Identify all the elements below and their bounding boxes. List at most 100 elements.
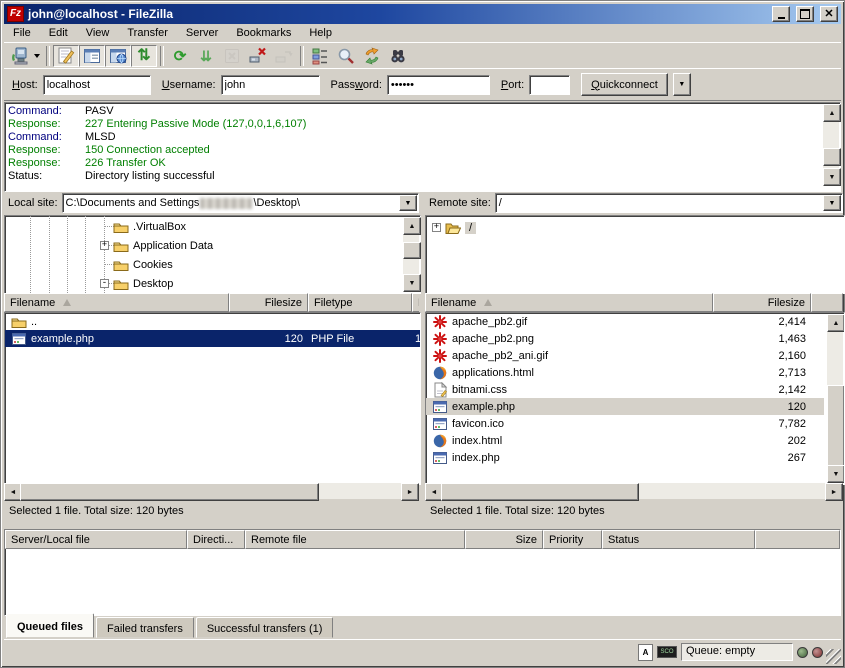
file-row-favicon-ico[interactable]: favicon.ico7,782 [426,415,824,432]
column-header-l[interactable]: L [412,293,419,312]
process-queue-button[interactable]: ⇊ [193,45,219,67]
file-row-apache-pb2-ani-gif[interactable]: apache_pb2_ani.gif2,160 [426,347,824,364]
username-label: Username: [162,79,216,91]
menu-view[interactable]: View [77,25,119,41]
column-header-filesize[interactable]: Filesize [713,293,811,312]
file-row-example-php[interactable]: example.php120 [426,398,824,415]
maximize-button[interactable] [796,6,814,22]
file-cell-name: .. [5,313,230,330]
column-header-filetype[interactable]: Filetype [308,293,412,312]
local-file-list: ..example.php120PHP File1 [4,312,421,485]
file-cell-name: example.php [426,398,714,415]
log-line: Status:Directory listing successful [8,170,822,183]
queue-column-remote-file[interactable]: Remote file [245,530,465,549]
datatype-indicator-icon[interactable]: A [638,644,653,661]
menu-bookmarks[interactable]: Bookmarks [227,25,300,41]
local-hscroll-thumb[interactable] [20,483,319,501]
toggle-remote-tree-button[interactable] [105,45,131,67]
cancel-operation-button[interactable] [219,45,245,67]
remote-list-scroll-up[interactable]: ▲ [827,314,845,332]
remote-list-scroll-down[interactable]: ▼ [827,465,845,483]
site-manager-icon [10,46,30,66]
refresh-button[interactable]: ⟳ [167,45,193,67]
queue-column-priority[interactable]: Priority [543,530,602,549]
remote-site-dropdown-button[interactable]: ▼ [823,195,841,211]
toggle-local-tree-button[interactable] [79,45,105,67]
column-header-filesize[interactable]: Filesize [229,293,308,312]
port-input[interactable] [529,75,570,95]
tree-item--virtualbox[interactable]: .VirtualBox [100,217,402,236]
expand-icon[interactable]: + [100,241,109,250]
site-manager-button[interactable] [7,45,43,67]
directory-comparison-icon [336,46,356,66]
close-button[interactable]: ✕ [820,6,838,22]
filename-filters-icon [310,46,330,66]
queue-column-size[interactable]: Size [465,530,543,549]
file-row--[interactable]: .. [5,313,420,330]
file-cell-size: 2,414 [714,313,812,330]
expand-icon[interactable]: + [432,223,441,232]
menu-edit[interactable]: Edit [40,25,77,41]
filename-filters-button[interactable] [307,45,333,67]
tree-item-root[interactable]: +/ [432,218,840,237]
menu-help[interactable]: Help [300,25,341,41]
file-cell-type: PHP File [309,330,413,347]
collapse-icon[interactable]: - [100,279,109,288]
tree-item-cookies[interactable]: Cookies [100,255,402,274]
toggle-message-log-button[interactable] [53,45,79,67]
file-row-bitnami-css[interactable]: bitnami.css2,142 [426,381,824,398]
host-input[interactable] [43,75,151,95]
file-row-apache-pb2-gif[interactable]: apache_pb2.gif2,414 [426,313,824,330]
horizontal-splitter[interactable] [4,522,841,529]
column-header-filename[interactable]: Filename [4,293,229,312]
queue-column-status[interactable]: Status [602,530,755,549]
file-row-applications-html[interactable]: applications.html2,713 [426,364,824,381]
disconnect-button[interactable] [245,45,271,67]
file-row-index-html[interactable]: index.html202 [426,432,824,449]
file-cell-size: 7,782 [714,415,812,432]
remote-list-scroll-thumb[interactable] [827,385,845,467]
resize-grip[interactable] [826,649,841,664]
synchronized-browsing-button[interactable] [359,45,385,67]
log-scroll-thumb[interactable] [823,148,841,166]
quickconnect-button[interactable]: Quickconnect [581,73,668,96]
file-cell-name: apache_pb2_ani.gif [426,347,714,364]
username-input[interactable] [221,75,320,95]
tab-failed-transfers[interactable]: Failed transfers [96,617,194,638]
local-hscroll-right[interactable]: ► [401,483,419,501]
file-row-apache-pb2-png[interactable]: apache_pb2.png1,463 [426,330,824,347]
menu-server[interactable]: Server [177,25,227,41]
local-site-combobox[interactable]: C:\Documents and Settings\Desktop\ ▼ [62,193,419,213]
speedlimit-indicator-icon[interactable]: SCO [657,646,677,658]
file-row-example-php[interactable]: example.php120PHP File1 [5,330,420,347]
directory-comparison-button[interactable] [333,45,359,67]
menu-transfer[interactable]: Transfer [118,25,177,41]
file-row-index-php[interactable]: index.php267 [426,449,824,466]
queue-column-directi-[interactable]: Directi... [187,530,245,549]
local-path-prefix: C:\Documents and Settings [66,197,200,209]
minimize-button[interactable] [772,6,790,22]
reconnect-button[interactable] [271,45,297,67]
column-header-filename[interactable]: Filename [425,293,713,312]
local-site-dropdown-button[interactable]: ▼ [399,195,417,211]
window-frame: Fz john@localhost - FileZilla ✕ FileEdit… [0,0,845,668]
tree-item-application-data[interactable]: +Application Data [100,236,402,255]
toggle-transfer-queue-button[interactable]: ⇅ [131,45,157,67]
tree-guide-line [30,216,31,293]
tab-queued-files[interactable]: Queued files [6,613,94,638]
tab-successful-transfers-1-[interactable]: Successful transfers (1) [196,617,334,638]
remote-hscroll-thumb[interactable] [441,483,639,501]
remote-site-combobox[interactable]: / ▼ [495,193,843,213]
log-line: Response:226 Transfer OK [8,157,822,170]
password-input[interactable] [387,75,490,95]
find-files-button[interactable] [385,45,411,67]
log-scroll-up[interactable]: ▲ [823,104,841,122]
tree-item-desktop[interactable]: -Desktop [100,274,402,293]
quickconnect-dropdown-button[interactable]: ▼ [673,73,691,96]
remote-hscroll-right[interactable]: ► [825,483,843,501]
log-scroll-down[interactable]: ▼ [823,168,841,186]
vertical-splitter[interactable] [419,192,425,522]
queue-column-server-local-file[interactable]: Server/Local file [5,530,187,549]
menu-file[interactable]: File [4,25,40,41]
title-bar[interactable]: Fz john@localhost - FileZilla ✕ [4,4,841,24]
